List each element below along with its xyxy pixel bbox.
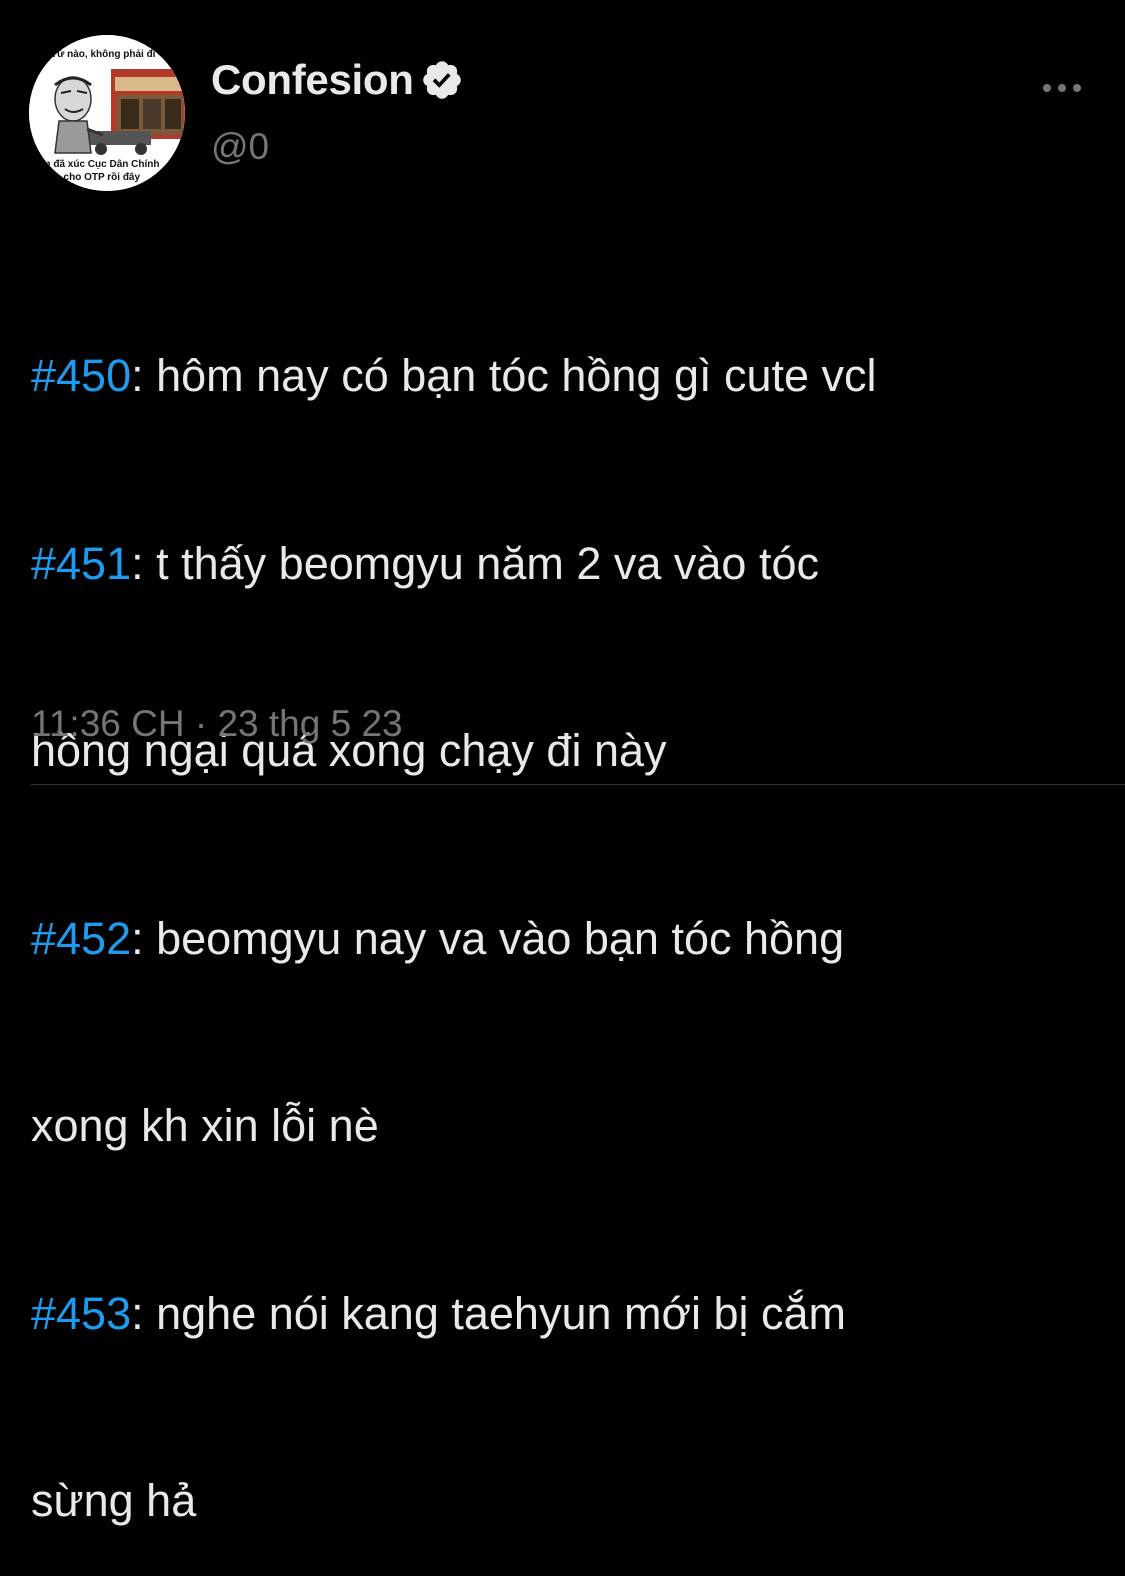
avatar-caption-line1: Em đã xúc Cục Dân Chính <box>35 159 160 170</box>
hashtag-link[interactable]: #452 <box>31 913 131 964</box>
display-name-row: Confesion <box>211 54 464 106</box>
hashtag-link[interactable]: #453 <box>31 1288 131 1339</box>
more-options-button[interactable] <box>1037 70 1087 106</box>
hashtag-link[interactable]: #451 <box>31 538 131 589</box>
tweet-line-text: : nghe nói kang taehyun mới bị cắm <box>131 1287 847 1339</box>
tweet-line-text: xong kh xin lỗi nè <box>31 1100 379 1151</box>
tweet-header: Từ nào, không phải đi Em đã xúc Cục Dân … <box>0 0 1125 200</box>
avatar-caption-top: Từ nào, không phải đi <box>51 49 156 60</box>
tweet-line-text: sừng hả <box>31 1475 197 1526</box>
user-handle[interactable]: @0 <box>211 126 269 168</box>
verified-badge-icon[interactable] <box>420 58 464 102</box>
avatar[interactable]: Từ nào, không phải đi Em đã xúc Cục Dân … <box>29 35 185 191</box>
tweet-line: #453: nghe nói kang taehyun mới bị cắm <box>31 1283 1121 1346</box>
tweet-line: xong kh xin lỗi nè <box>31 1095 1121 1158</box>
more-horizontal-icon <box>1043 84 1081 92</box>
tweet-line-text: : hôm nay có bạn tóc hồng gì cute vcl <box>131 350 877 401</box>
display-name[interactable]: Confesion <box>211 56 414 104</box>
tweet-line: #451: t thấy beomgyu năm 2 va vào tóc <box>31 533 1121 596</box>
tweet-line: #452: beomgyu nay va vào bạn tóc hồng <box>31 908 1121 971</box>
tweet-line: sừng hả <box>31 1470 1121 1533</box>
tweet-timestamp[interactable]: 11:36 CH · 23 thg 5 23 <box>31 703 403 745</box>
tweet-line: #450: hôm nay có bạn tóc hồng gì cute vc… <box>31 345 1121 408</box>
tweet-line-text: : t thấy beomgyu năm 2 va vào tóc <box>131 537 819 589</box>
divider <box>31 784 1125 785</box>
hashtag-link[interactable]: #450 <box>31 350 131 401</box>
tweet-text: #450: hôm nay có bạn tóc hồng gì cute vc… <box>31 220 1121 1576</box>
tweet-line-text: : beomgyu nay va vào bạn tóc hồng <box>131 912 845 964</box>
avatar-caption-line2: đến cho OTP rồi đây <box>43 172 141 183</box>
